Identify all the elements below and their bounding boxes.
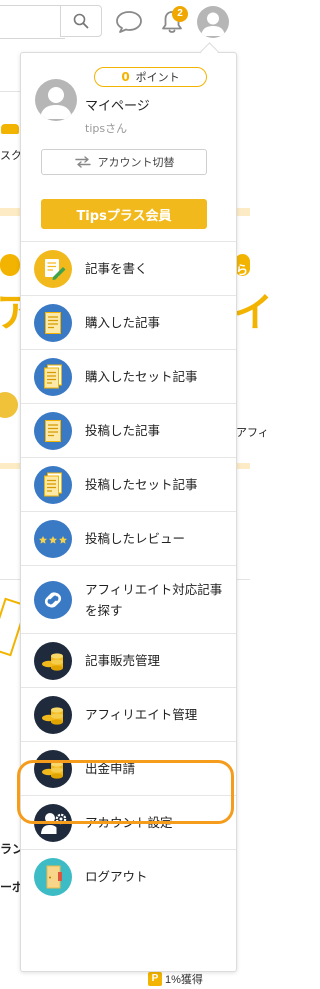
tips-plus-membership-button[interactable]: Tipsプラス会員 xyxy=(41,199,207,229)
bg-car-icon xyxy=(1,124,19,134)
menu-item-posted-set-articles[interactable]: 投稿したセット記事 xyxy=(21,457,236,511)
top-header: 2 xyxy=(0,0,250,44)
bg-coin-image xyxy=(0,392,18,418)
menu-item-logout[interactable]: ログアウト xyxy=(21,849,236,903)
menu-item-label: 投稿したセット記事 xyxy=(85,477,198,492)
menu-item-label: アカウント設定 xyxy=(85,815,173,830)
bg-text-fragment: スク xyxy=(0,150,22,162)
coins-icon xyxy=(34,749,72,788)
menu-item-label: ログアウト xyxy=(85,869,148,884)
write-article-icon xyxy=(34,249,72,288)
mypage-link[interactable]: マイページ xyxy=(85,95,150,114)
menu-item-account-settings[interactable]: アカウント設定 xyxy=(21,795,236,849)
messages-button[interactable] xyxy=(112,6,146,38)
points-p-icon: P xyxy=(148,972,162,986)
user-dropdown-menu: 0 ポイント マイページ tipsさん アカウント切替 Tipsプラス会員 記事… xyxy=(20,52,237,972)
switch-account-label: アカウント切替 xyxy=(97,156,175,169)
menu-item-purchased-articles[interactable]: 購入した記事 xyxy=(21,295,236,349)
document-icon xyxy=(34,465,72,504)
logout-door-icon xyxy=(34,857,72,896)
coins-icon xyxy=(34,695,72,734)
bg-yellow-band xyxy=(0,208,20,216)
search-input[interactable] xyxy=(0,5,65,39)
bg-yellow-band xyxy=(235,208,250,216)
switch-account-button[interactable]: アカウント切替 xyxy=(41,149,207,175)
coins-icon xyxy=(34,641,72,680)
menu-item-label: 記事を書く xyxy=(85,261,148,276)
username-label: tipsさん xyxy=(85,122,128,135)
menu-item-posted-articles[interactable]: 投稿した記事 xyxy=(21,403,236,457)
switch-arrows-icon xyxy=(74,156,91,168)
menu-item-purchased-set-articles[interactable]: 購入したセット記事 xyxy=(21,349,236,403)
menu-item-article-sales-management[interactable]: 記事販売管理 xyxy=(21,633,236,687)
link-icon xyxy=(34,580,72,619)
document-icon xyxy=(34,411,72,450)
menu-item-affiliate-management[interactable]: アフィリエイト管理 xyxy=(21,687,236,741)
menu-item-write-article[interactable]: 記事を書く xyxy=(21,241,236,295)
document-icon xyxy=(34,357,72,396)
user-gear-icon xyxy=(34,803,72,842)
bg-yellow-band xyxy=(235,463,250,469)
bg-points-reward: P 1%獲得 xyxy=(148,969,238,989)
default-avatar-icon xyxy=(201,12,225,36)
bg-reward-text: 1%獲得 xyxy=(165,974,203,986)
menu-item-find-affiliate-articles[interactable]: アフィリエイト対応記事を探す xyxy=(21,565,236,633)
bg-text-fragment: ら xyxy=(236,263,249,277)
user-avatar-button[interactable] xyxy=(197,6,229,38)
menu-item-posted-reviews[interactable]: 投稿したレビュー xyxy=(21,511,236,565)
points-value: 0 xyxy=(121,70,130,84)
menu-item-label: アフィリエイト管理 xyxy=(85,707,198,722)
menu-item-label: 記事販売管理 xyxy=(85,653,161,668)
menu-item-label: アフィリエイト対応記事を探す xyxy=(85,581,223,618)
bg-yellow-pill xyxy=(0,254,20,276)
points-display[interactable]: 0 ポイント xyxy=(94,67,207,87)
search-icon xyxy=(73,13,89,29)
bg-text-fragment: アフィ xyxy=(236,427,269,439)
menu-user-avatar[interactable] xyxy=(35,79,77,121)
default-avatar-icon xyxy=(40,87,72,119)
menu-item-withdrawal-request[interactable]: 出金申請 xyxy=(21,741,236,795)
notification-count-badge: 2 xyxy=(172,6,188,22)
points-label: ポイント xyxy=(135,71,180,84)
search-button[interactable] xyxy=(60,5,102,37)
menu-item-label: 投稿したレビュー xyxy=(85,531,186,546)
menu-item-label: 購入したセット記事 xyxy=(85,369,198,384)
menu-item-label: 購入した記事 xyxy=(85,315,161,330)
bg-yellow-band xyxy=(0,463,20,469)
stars-icon xyxy=(34,519,72,558)
document-icon xyxy=(34,303,72,342)
bg-large-text: イ xyxy=(233,291,273,335)
menu-item-label: 投稿した記事 xyxy=(85,423,161,438)
chat-bubble-icon xyxy=(116,11,142,33)
menu-item-label: 出金申請 xyxy=(85,761,136,776)
menu-item-list: 記事を書く 購入した記事 購入したセット記事 投稿した記事 投稿したセット記事 … xyxy=(21,241,236,903)
